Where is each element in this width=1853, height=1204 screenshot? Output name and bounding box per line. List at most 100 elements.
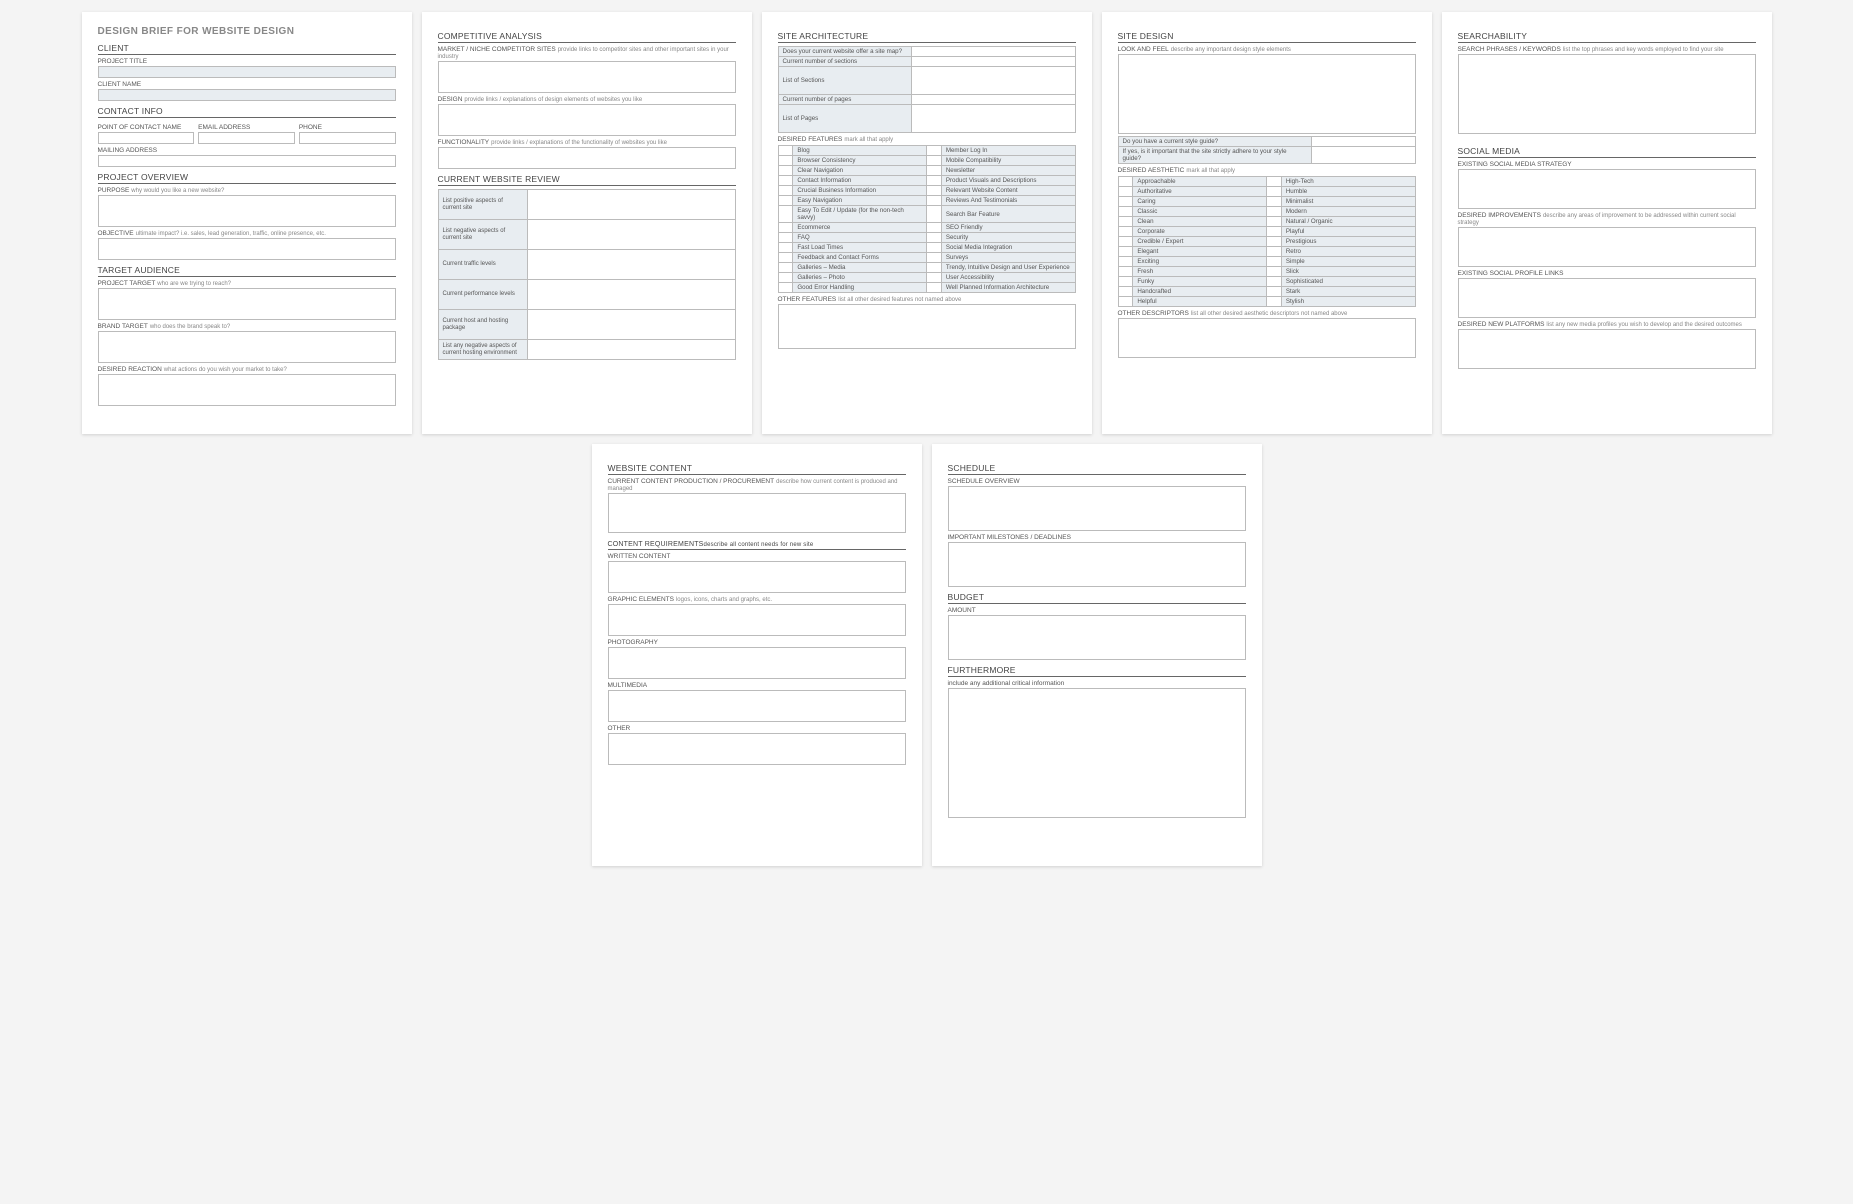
aesthetic-check[interactable]	[1266, 187, 1281, 197]
aesthetic-check[interactable]	[1266, 267, 1281, 277]
feature-check[interactable]	[926, 146, 941, 156]
input-milestones[interactable]	[948, 542, 1246, 587]
aesthetic-check[interactable]	[1118, 267, 1133, 277]
feature-check[interactable]	[778, 156, 793, 166]
feature-check[interactable]	[778, 233, 793, 243]
aesthetic-check[interactable]	[1118, 177, 1133, 187]
aesthetic-check[interactable]	[1266, 197, 1281, 207]
style-guide-a1[interactable]	[1311, 137, 1415, 147]
aesthetic-check[interactable]	[1266, 217, 1281, 227]
feature-check[interactable]	[778, 243, 793, 253]
review-input[interactable]	[527, 280, 735, 310]
input-desired-improvements[interactable]	[1458, 227, 1756, 267]
aesthetic-check[interactable]	[1266, 297, 1281, 307]
feature-check[interactable]	[926, 273, 941, 283]
aesthetic-check[interactable]	[1266, 177, 1281, 187]
feature-check[interactable]	[778, 273, 793, 283]
review-input[interactable]	[527, 340, 735, 360]
input-desired-platforms[interactable]	[1458, 329, 1756, 369]
feature-check[interactable]	[926, 263, 941, 273]
input-poc[interactable]	[98, 132, 195, 144]
feature-check[interactable]	[778, 186, 793, 196]
review-input[interactable]	[527, 220, 735, 250]
aesthetic-check[interactable]	[1118, 297, 1133, 307]
aesthetic-check[interactable]	[1266, 237, 1281, 247]
aesthetic-check[interactable]	[1266, 287, 1281, 297]
arch-input[interactable]	[912, 67, 1075, 95]
feature-check[interactable]	[926, 186, 941, 196]
input-objective[interactable]	[98, 238, 396, 260]
input-desired-reaction[interactable]	[98, 374, 396, 406]
feature-check[interactable]	[926, 223, 941, 233]
feature-check[interactable]	[926, 166, 941, 176]
arch-input[interactable]	[912, 47, 1075, 57]
feature-check[interactable]	[926, 253, 941, 263]
feature-check[interactable]	[926, 176, 941, 186]
input-search-phrases[interactable]	[1458, 54, 1756, 134]
aesthetic-check[interactable]	[1266, 207, 1281, 217]
input-market-sites[interactable]	[438, 61, 736, 93]
aesthetic-check[interactable]	[1118, 187, 1133, 197]
input-other-features[interactable]	[778, 304, 1076, 349]
aesthetic-check[interactable]	[1118, 227, 1133, 237]
feature-check[interactable]	[926, 283, 941, 293]
input-client-name[interactable]	[98, 89, 396, 101]
feature-check[interactable]	[778, 206, 793, 223]
feature-check[interactable]	[778, 146, 793, 156]
aesthetic-check[interactable]	[1118, 197, 1133, 207]
input-multimedia[interactable]	[608, 690, 906, 722]
feature-check[interactable]	[778, 263, 793, 273]
feature-check[interactable]	[778, 176, 793, 186]
aesthetic-check[interactable]	[1118, 237, 1133, 247]
aesthetic-check[interactable]	[1118, 277, 1133, 287]
feature-check[interactable]	[778, 223, 793, 233]
input-mailing[interactable]	[98, 155, 396, 167]
aesthetic-check[interactable]	[1118, 287, 1133, 297]
aesthetic-check[interactable]	[1118, 207, 1133, 217]
feature-check[interactable]	[926, 156, 941, 166]
input-existing-strategy[interactable]	[1458, 169, 1756, 209]
feature-check[interactable]	[926, 233, 941, 243]
input-brand-target[interactable]	[98, 331, 396, 363]
review-input[interactable]	[527, 190, 735, 220]
arch-input[interactable]	[912, 105, 1075, 133]
input-written[interactable]	[608, 561, 906, 593]
aesthetic-check[interactable]	[1266, 257, 1281, 267]
input-other-descriptors[interactable]	[1118, 318, 1416, 358]
arch-input[interactable]	[912, 57, 1075, 67]
aesthetic-check[interactable]	[1266, 277, 1281, 287]
feature-check[interactable]	[926, 243, 941, 253]
feature-check[interactable]	[778, 253, 793, 263]
input-schedule-overview[interactable]	[948, 486, 1246, 531]
feature-check[interactable]	[926, 196, 941, 206]
aesthetic-check[interactable]	[1118, 217, 1133, 227]
input-current-content[interactable]	[608, 493, 906, 533]
input-design[interactable]	[438, 104, 736, 136]
input-project-title[interactable]	[98, 66, 396, 78]
input-photography[interactable]	[608, 647, 906, 679]
feature-check[interactable]	[926, 206, 941, 223]
arch-input[interactable]	[912, 95, 1075, 105]
input-functionality[interactable]	[438, 147, 736, 169]
input-look-feel[interactable]	[1118, 54, 1416, 134]
input-purpose[interactable]	[98, 195, 396, 227]
feature-label: Galleries – Media	[793, 263, 927, 273]
input-furthermore[interactable]	[948, 688, 1246, 818]
feature-check[interactable]	[778, 283, 793, 293]
feature-check[interactable]	[778, 196, 793, 206]
feature-check[interactable]	[778, 166, 793, 176]
review-input[interactable]	[527, 310, 735, 340]
input-project-target[interactable]	[98, 288, 396, 320]
input-phone[interactable]	[299, 132, 396, 144]
review-input[interactable]	[527, 250, 735, 280]
input-other[interactable]	[608, 733, 906, 765]
input-graphic[interactable]	[608, 604, 906, 636]
aesthetic-check[interactable]	[1118, 247, 1133, 257]
aesthetic-check[interactable]	[1266, 227, 1281, 237]
style-guide-a2[interactable]	[1311, 147, 1415, 164]
input-existing-profiles[interactable]	[1458, 278, 1756, 318]
input-email[interactable]	[198, 132, 295, 144]
input-amount[interactable]	[948, 615, 1246, 660]
aesthetic-check[interactable]	[1266, 247, 1281, 257]
aesthetic-check[interactable]	[1118, 257, 1133, 267]
